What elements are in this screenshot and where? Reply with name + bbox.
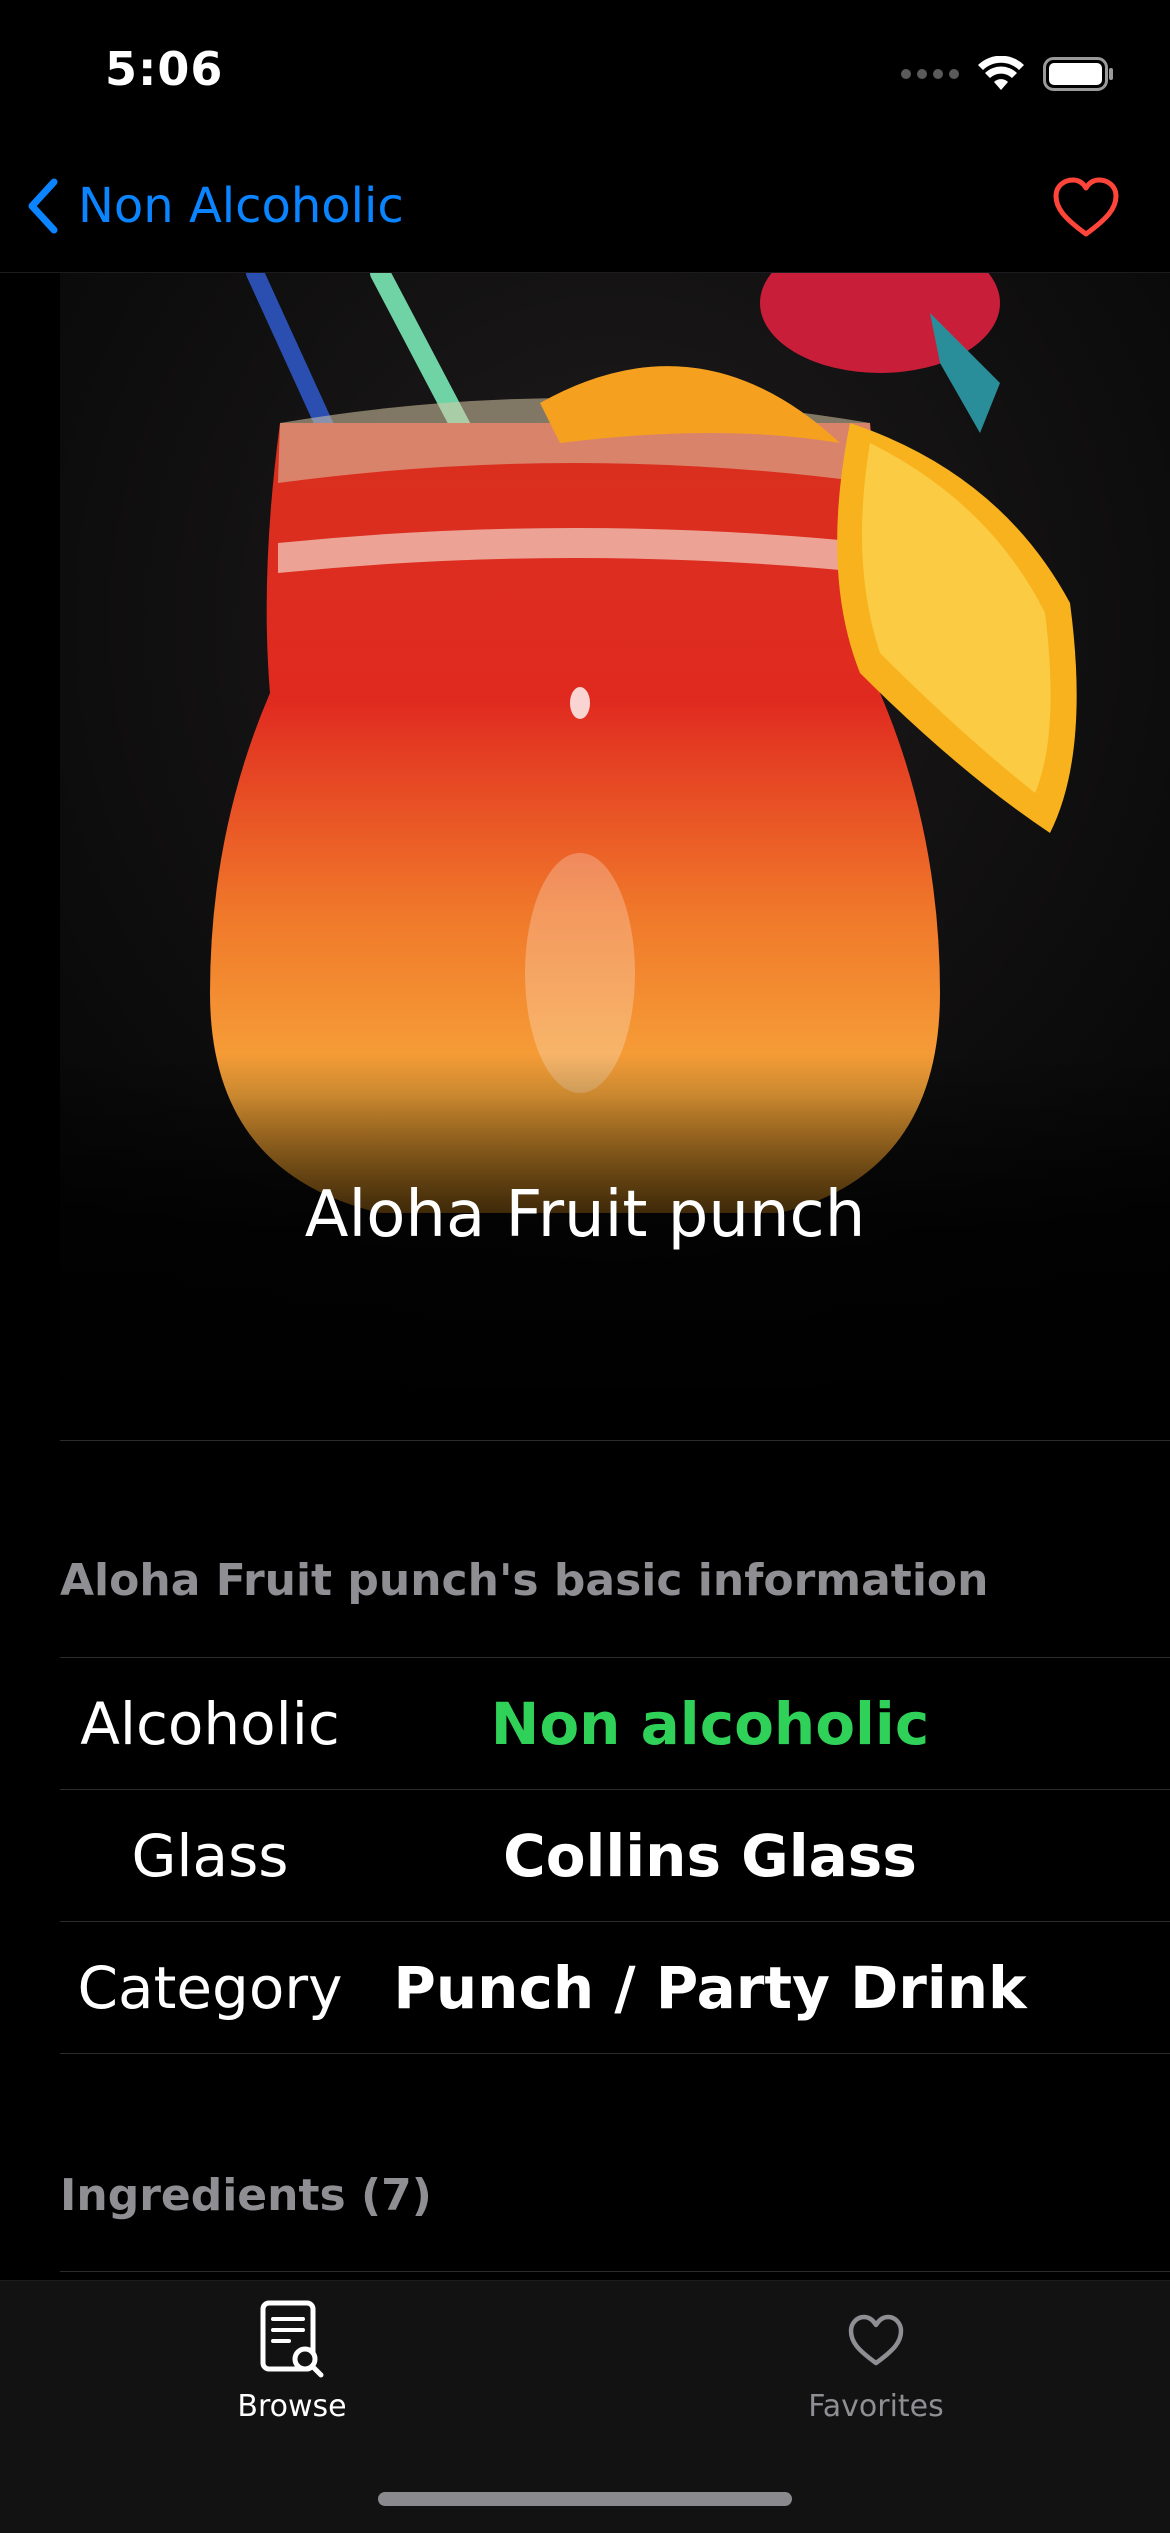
wifi-icon (978, 56, 1024, 90)
info-label: Category (77, 1953, 343, 2022)
info-label: Alcoholic (80, 1689, 340, 1758)
heart-outline-icon (1053, 177, 1119, 237)
tab-browse[interactable]: Browse (142, 2299, 442, 2439)
info-row-glass: Glass Collins Glass (60, 1790, 1170, 1922)
ingredients-header: Ingredients (7) (60, 2170, 432, 2221)
cocktail-photo (60, 273, 1170, 1440)
tab-browse-label: Browse (237, 2389, 347, 2424)
status-bar: 5:06 (0, 0, 1170, 150)
heart-icon (848, 2314, 904, 2366)
browse-document-search-icon (260, 2300, 324, 2378)
status-time: 5:06 (105, 42, 224, 96)
basic-info-header: Aloha Fruit punch's basic information (60, 1555, 989, 1606)
home-indicator (378, 2492, 792, 2506)
cellular-signal-icon (901, 69, 959, 79)
drink-title: Aloha Fruit punch (304, 1178, 866, 1252)
navigation-bar: Non Alcoholic (0, 150, 1170, 273)
info-value: Punch / Party Drink (393, 1953, 1027, 2022)
favorite-button[interactable] (1052, 176, 1120, 240)
chevron-left-icon (28, 178, 58, 234)
tab-favorites-label: Favorites (808, 2389, 944, 2424)
info-label: Glass (131, 1821, 289, 1890)
divider (60, 1440, 1170, 1441)
info-row-alcoholic: Alcoholic Non alcoholic (60, 1658, 1170, 1790)
divider (60, 2271, 1170, 2272)
battery-icon (1043, 57, 1113, 91)
drink-image (60, 273, 1170, 1440)
status-icons (901, 52, 1115, 96)
info-value: Non alcoholic (490, 1689, 930, 1758)
info-row-category: Category Punch / Party Drink (60, 1922, 1170, 2054)
back-button-label: Non Alcoholic (78, 178, 404, 234)
info-value: Collins Glass (503, 1821, 917, 1890)
back-button[interactable]: Non Alcoholic (24, 150, 404, 262)
tab-favorites[interactable]: Favorites (726, 2299, 1026, 2439)
